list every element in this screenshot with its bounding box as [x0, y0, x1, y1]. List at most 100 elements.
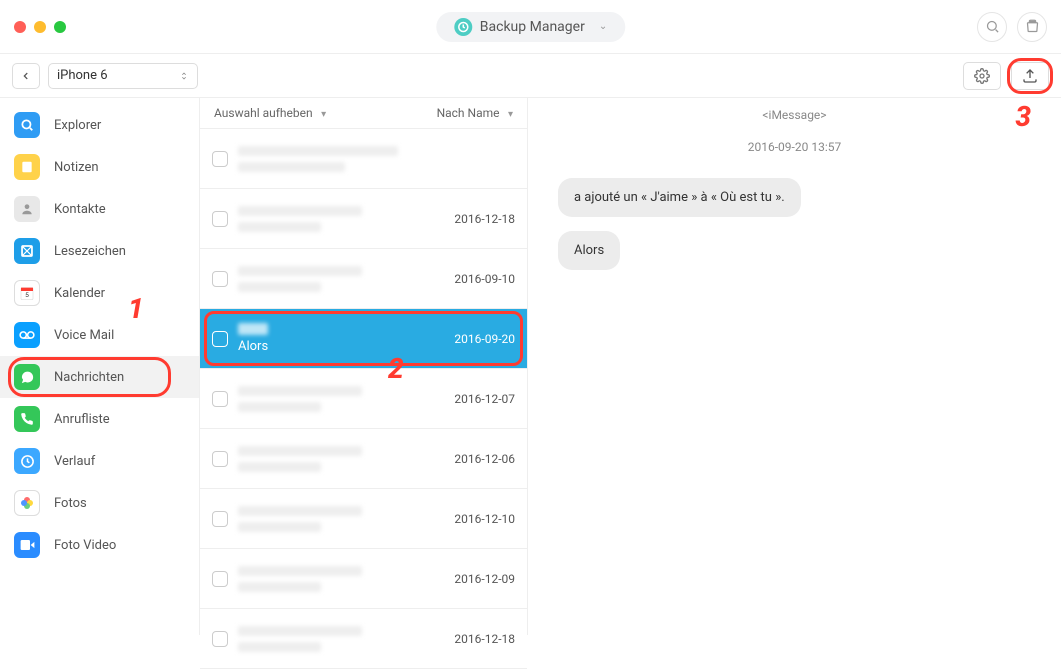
- message-list: Auswahl aufheben ▾ Nach Name ▾ 2016-12-1…: [200, 98, 528, 635]
- shopping-button[interactable]: [1017, 12, 1047, 42]
- sidebar-item-label: Anrufliste: [54, 412, 110, 427]
- message-row[interactable]: 2016-12-07: [200, 369, 527, 429]
- sidebar-item-notizen[interactable]: Notizen: [0, 146, 199, 188]
- message-date: 2016-12-06: [454, 452, 515, 466]
- calendar-icon: 5: [14, 280, 40, 306]
- maximize-window-button[interactable]: [54, 21, 66, 33]
- sidebar-item-lesezeichen[interactable]: Lesezeichen: [0, 230, 199, 272]
- message-row[interactable]: Alors 2016-09-20: [200, 309, 527, 369]
- message-date: 2016-09-20: [454, 332, 515, 346]
- row-checkbox[interactable]: [212, 151, 228, 167]
- row-checkbox[interactable]: [212, 571, 228, 587]
- gear-icon: [974, 68, 990, 84]
- note-icon: [14, 154, 40, 180]
- sidebar-item-explorer[interactable]: Explorer: [0, 104, 199, 146]
- message-row[interactable]: [200, 129, 527, 189]
- device-selector[interactable]: iPhone 6: [48, 63, 198, 89]
- contact-name-blurred: [238, 206, 444, 232]
- contacts-icon: [14, 196, 40, 222]
- export-icon: [1021, 68, 1039, 84]
- sidebar: Explorer Notizen Kontakte Lesezeichen 5 Kalen…: [0, 98, 200, 635]
- row-checkbox[interactable]: [212, 211, 228, 227]
- sidebar-item-foto-video[interactable]: Foto Video: [0, 524, 199, 566]
- message-date: 2016-12-07: [454, 392, 515, 406]
- message-date: 2016-12-18: [454, 632, 515, 646]
- contact-name-blurred: [238, 386, 444, 412]
- sidebar-item-anrufliste[interactable]: Anrufliste: [0, 398, 199, 440]
- chevron-down-icon: ▾: [319, 109, 327, 120]
- svg-text:5: 5: [25, 291, 29, 299]
- search-icon: [14, 112, 40, 138]
- row-checkbox[interactable]: [212, 511, 228, 527]
- message-row[interactable]: 2016-12-18: [200, 189, 527, 249]
- toolbar: iPhone 6: [0, 54, 1061, 98]
- sidebar-item-label: Voice Mail: [54, 328, 114, 343]
- close-window-button[interactable]: [14, 21, 26, 33]
- message-date: 2016-12-09: [454, 572, 515, 586]
- sidebar-item-label: Foto Video: [54, 538, 116, 553]
- sidebar-item-label: Explorer: [54, 118, 101, 133]
- contact-name-blurred: [238, 506, 444, 532]
- sidebar-item-label: Kalender: [54, 286, 105, 301]
- message-date: 2016-12-10: [454, 512, 515, 526]
- bookmark-icon: [14, 238, 40, 264]
- photos-icon: [14, 490, 40, 516]
- traffic-lights: [14, 21, 66, 33]
- export-button[interactable]: [1011, 62, 1049, 90]
- sidebar-item-label: Nachrichten: [54, 370, 124, 385]
- chevron-down-icon: ▾: [506, 109, 514, 120]
- video-icon: [14, 532, 40, 558]
- device-label: iPhone 6: [57, 68, 108, 83]
- sort-button[interactable]: Nach Name ▾: [437, 106, 513, 120]
- message-date: 2016-12-18: [454, 212, 515, 226]
- window-titlebar: Backup Manager ⌄: [0, 0, 1061, 54]
- row-checkbox[interactable]: [212, 391, 228, 407]
- phone-icon: [14, 406, 40, 432]
- sidebar-item-label: Verlauf: [54, 454, 95, 469]
- messages-icon: [14, 364, 40, 390]
- sidebar-item-verlauf[interactable]: Verlauf: [0, 440, 199, 482]
- deselect-all-button[interactable]: Auswahl aufheben ▾: [214, 106, 326, 120]
- message-row[interactable]: 2016-12-10: [200, 489, 527, 549]
- main-content: Explorer Notizen Kontakte Lesezeichen 5 Kalen…: [0, 98, 1061, 635]
- contact-name-blurred: [238, 626, 444, 652]
- message-bubble: Alors: [558, 231, 620, 270]
- voicemail-icon: [14, 322, 40, 348]
- chevron-down-icon: ⌄: [599, 21, 607, 32]
- sidebar-item-label: Lesezeichen: [54, 244, 126, 259]
- sidebar-item-voice-mail[interactable]: Voice Mail: [0, 314, 199, 356]
- sidebar-item-fotos[interactable]: Fotos: [0, 482, 199, 524]
- mode-selector[interactable]: Backup Manager ⌄: [436, 12, 625, 42]
- contact-name-blurred: [238, 146, 505, 172]
- row-checkbox[interactable]: [212, 331, 228, 347]
- sidebar-item-kontakte[interactable]: Kontakte: [0, 188, 199, 230]
- message-date: 2016-09-10: [454, 272, 515, 286]
- message-preview: Alors: [238, 339, 444, 354]
- message-row[interactable]: 2016-12-06: [200, 429, 527, 489]
- sidebar-item-nachrichten[interactable]: Nachrichten: [0, 356, 199, 398]
- message-row[interactable]: 2016-12-09: [200, 549, 527, 609]
- row-checkbox[interactable]: [212, 631, 228, 647]
- mode-label: Backup Manager: [480, 19, 585, 35]
- history-icon: [14, 448, 40, 474]
- message-list-header: Auswahl aufheben ▾ Nach Name ▾: [200, 98, 527, 129]
- message-row[interactable]: 2016-09-10: [200, 249, 527, 309]
- row-checkbox[interactable]: [212, 271, 228, 287]
- row-checkbox[interactable]: [212, 451, 228, 467]
- sidebar-item-kalender[interactable]: 5 Kalender: [0, 272, 199, 314]
- sidebar-item-label: Kontakte: [54, 202, 106, 217]
- sidebar-item-label: Fotos: [54, 496, 87, 511]
- contact-name-blurred: [238, 446, 444, 472]
- search-button[interactable]: [977, 12, 1007, 42]
- message-timestamp: 2016-09-20 13:57: [558, 140, 1031, 154]
- back-button[interactable]: [12, 63, 40, 89]
- message-bubble: a ajouté un « J'aime » à « Où est tu ».: [558, 178, 801, 217]
- contact-name-blurred: Alors: [238, 323, 444, 354]
- message-row[interactable]: 2016-12-18: [200, 609, 527, 669]
- message-source-label: <iMessage>: [558, 108, 1031, 122]
- message-detail: <iMessage> 2016-09-20 13:57 a ajouté un …: [528, 98, 1061, 635]
- contact-name-blurred: [238, 566, 444, 592]
- sidebar-item-label: Notizen: [54, 160, 99, 175]
- settings-button[interactable]: [963, 62, 1001, 90]
- minimize-window-button[interactable]: [34, 21, 46, 33]
